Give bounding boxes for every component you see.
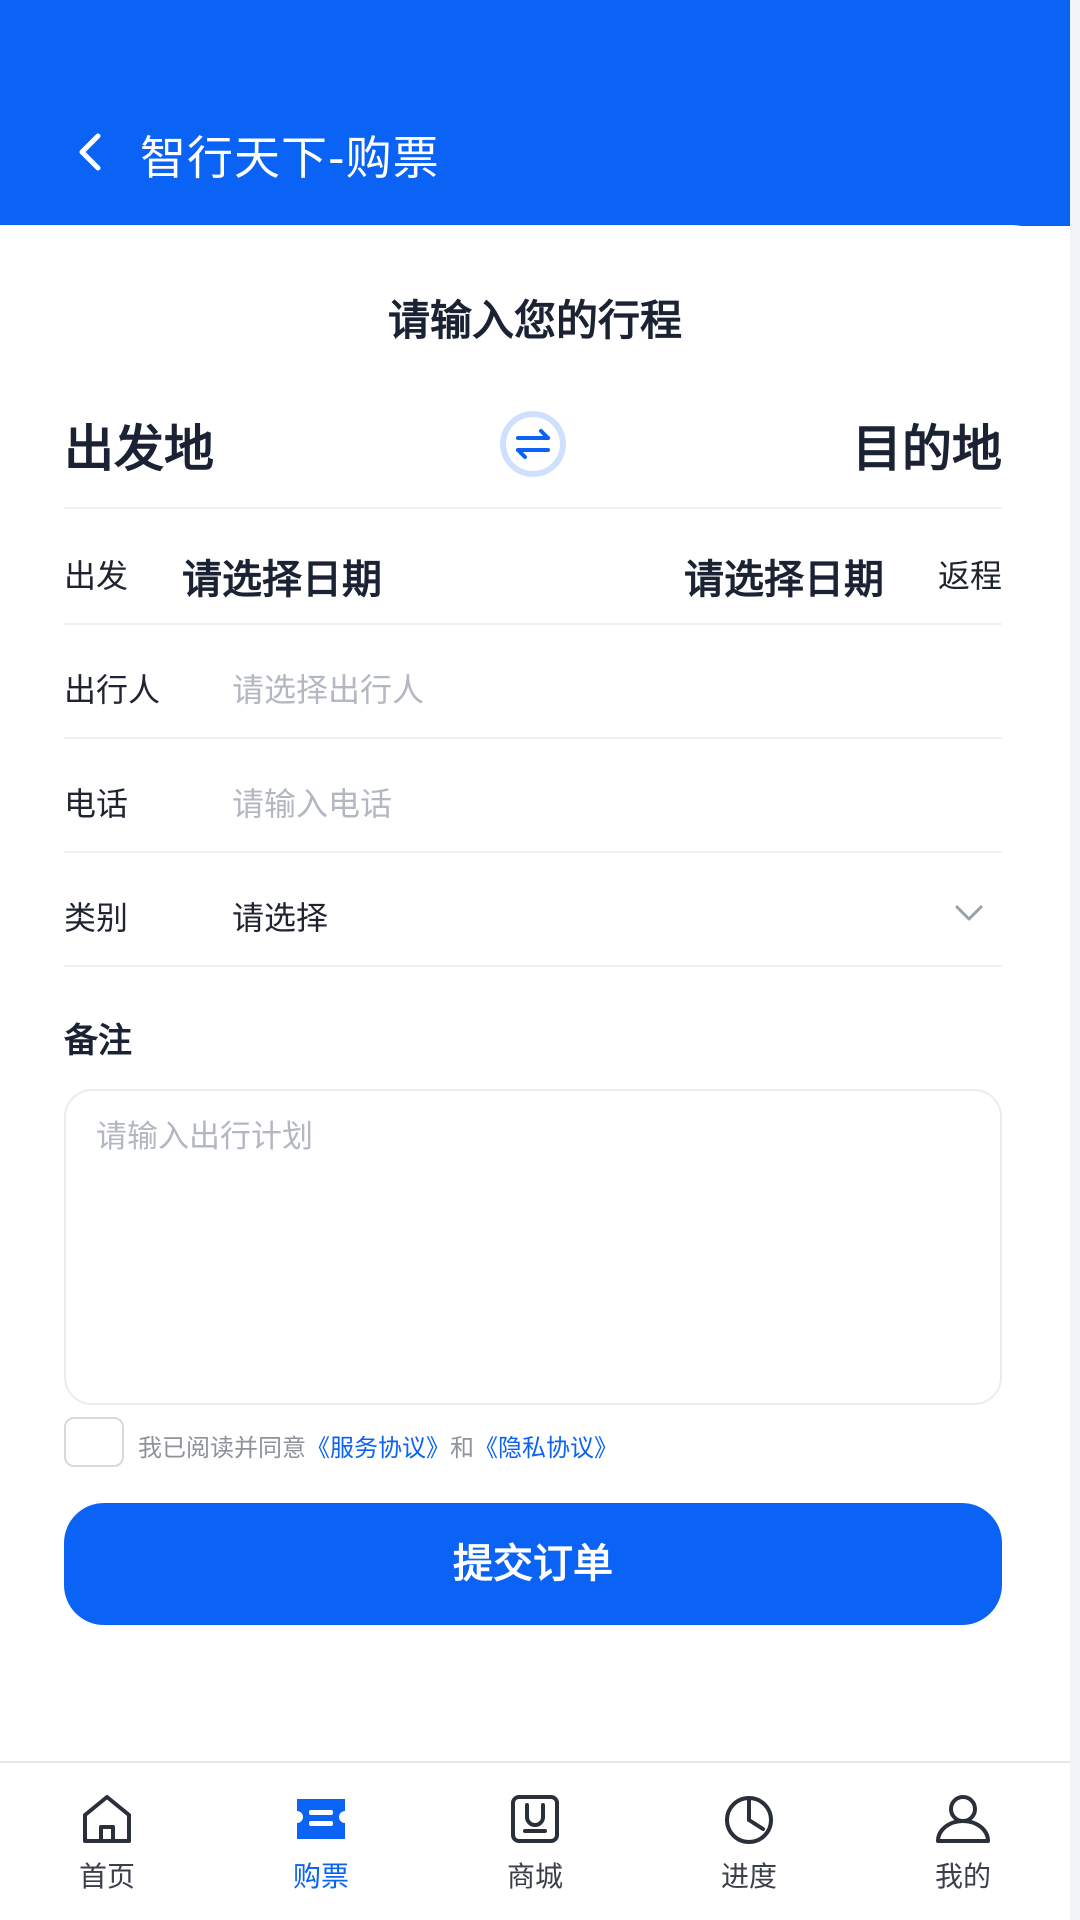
tab-label: 进度 xyxy=(720,1860,777,1893)
ticket-icon xyxy=(297,1799,345,1839)
traveler-row[interactable]: 出行人 请选择出行人 xyxy=(64,625,1002,739)
phone-row: 电话 请输入电话 xyxy=(64,739,1002,853)
agreement-row: 我已阅读并同意《服务协议》和《隐私协议》 xyxy=(64,1417,1002,1469)
user-icon xyxy=(936,1795,990,1843)
app-screen: 智行天下-购票 请输入您的行程 出发地 目的地 出发 请选择日期 请选择日期 返… xyxy=(0,0,1070,1920)
phone-input[interactable]: 请输入电话 xyxy=(232,779,392,825)
privacy-agreement-link[interactable]: 《隐私协议》 xyxy=(474,1434,618,1462)
depart-label: 出发 xyxy=(64,557,129,595)
date-row: 出发 请选择日期 请选择日期 返程 xyxy=(64,511,1002,625)
agreement-checkbox[interactable] xyxy=(64,1417,124,1467)
tab-tickets[interactable]: 购票 xyxy=(214,1763,428,1920)
traveler-label: 出行人 xyxy=(64,671,161,709)
section-title: 请输入您的行程 xyxy=(387,296,682,345)
tab-mine[interactable]: 我的 xyxy=(856,1763,1070,1920)
return-date-picker[interactable]: 请选择日期 xyxy=(684,547,884,605)
chevron-down-icon[interactable] xyxy=(954,903,984,923)
trip-form-card: 请输入您的行程 出发地 目的地 出发 请选择日期 请选择日期 返程 出行人 请选… xyxy=(0,225,1070,1761)
phone-label: 电话 xyxy=(64,785,129,823)
category-row[interactable]: 类别 请选择 xyxy=(64,853,1002,967)
city-row: 出发地 目的地 xyxy=(64,409,1002,509)
agreement-and: 和 xyxy=(450,1434,474,1462)
home-icon xyxy=(83,1795,131,1843)
tab-label: 我的 xyxy=(934,1860,991,1893)
shop-icon xyxy=(511,1795,559,1843)
category-select[interactable]: 请选择 xyxy=(232,893,328,939)
depart-date-picker[interactable]: 请选择日期 xyxy=(182,547,382,605)
swap-icon[interactable] xyxy=(498,409,568,479)
tab-label: 购票 xyxy=(292,1860,349,1893)
top-header: 智行天下-购票 xyxy=(0,0,1070,226)
departure-city[interactable]: 出发地 xyxy=(64,409,214,481)
bottom-tabbar: 首页 购票 商城 进度 我的 xyxy=(0,1761,1070,1920)
agreement-text: 我已阅读并同意《服务协议》和《隐私协议》 xyxy=(138,1428,618,1463)
page-title: 智行天下-购票 xyxy=(140,131,440,185)
submit-order-button[interactable]: 提交订单 xyxy=(64,1503,1002,1625)
tab-label: 商城 xyxy=(506,1860,563,1893)
tab-shop[interactable]: 商城 xyxy=(428,1763,642,1920)
service-agreement-link[interactable]: 《服务协议》 xyxy=(306,1434,450,1462)
window-edge xyxy=(1070,0,1080,1920)
notes-label: 备注 xyxy=(64,1021,132,1061)
tab-progress[interactable]: 进度 xyxy=(642,1763,856,1920)
traveler-select[interactable]: 请选择出行人 xyxy=(232,665,424,711)
return-label: 返程 xyxy=(937,557,1002,595)
progress-icon xyxy=(725,1796,773,1844)
destination-city[interactable]: 目的地 xyxy=(852,409,1002,481)
category-label: 类别 xyxy=(64,899,129,937)
tab-home[interactable]: 首页 xyxy=(0,1763,214,1920)
back-arrow-icon[interactable] xyxy=(74,130,106,174)
notes-placeholder: 请输入出行计划 xyxy=(96,1119,313,1155)
tab-label: 首页 xyxy=(78,1860,135,1893)
notes-textarea[interactable]: 请输入出行计划 xyxy=(64,1089,1002,1405)
agreement-prefix: 我已阅读并同意 xyxy=(138,1434,306,1462)
